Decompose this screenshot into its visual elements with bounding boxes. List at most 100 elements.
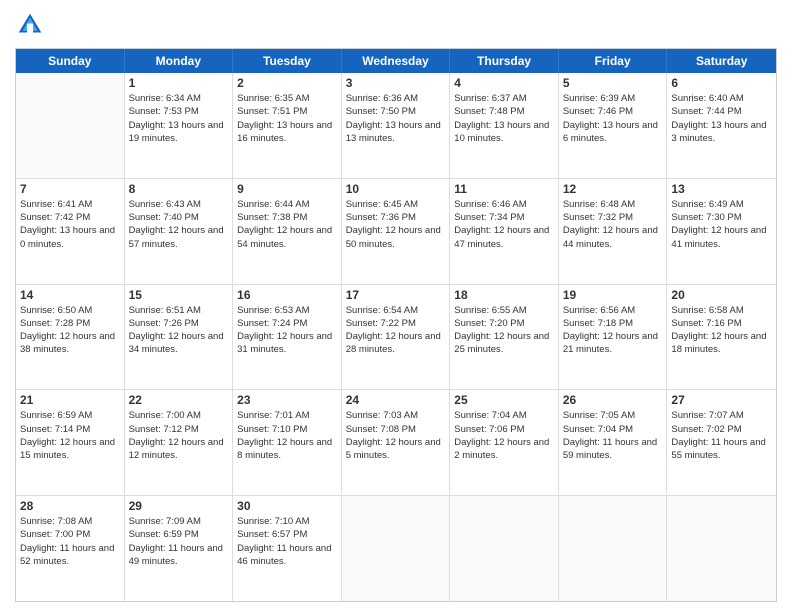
calendar-cell: 28 Sunrise: 7:08 AMSunset: 7:00 PMDayligh… bbox=[16, 496, 125, 601]
day-info: Sunrise: 7:05 AMSunset: 7:04 PMDaylight:… bbox=[563, 409, 663, 462]
day-info: Sunrise: 6:53 AMSunset: 7:24 PMDaylight:… bbox=[237, 304, 337, 357]
day-info: Sunrise: 6:44 AMSunset: 7:38 PMDaylight:… bbox=[237, 198, 337, 251]
day-number: 16 bbox=[237, 288, 337, 302]
day-number: 25 bbox=[454, 393, 554, 407]
day-number: 15 bbox=[129, 288, 229, 302]
calendar-cell: 25 Sunrise: 7:04 AMSunset: 7:06 PMDayligh… bbox=[450, 390, 559, 495]
day-info: Sunrise: 6:55 AMSunset: 7:20 PMDaylight:… bbox=[454, 304, 554, 357]
calendar-cell: 7 Sunrise: 6:41 AMSunset: 7:42 PMDaylight… bbox=[16, 179, 125, 284]
day-info: Sunrise: 6:39 AMSunset: 7:46 PMDaylight:… bbox=[563, 92, 663, 145]
day-info: Sunrise: 6:37 AMSunset: 7:48 PMDaylight:… bbox=[454, 92, 554, 145]
calendar-cell: 8 Sunrise: 6:43 AMSunset: 7:40 PMDaylight… bbox=[125, 179, 234, 284]
day-number: 17 bbox=[346, 288, 446, 302]
day-number: 29 bbox=[129, 499, 229, 513]
calendar-cell: 16 Sunrise: 6:53 AMSunset: 7:24 PMDayligh… bbox=[233, 285, 342, 390]
day-info: Sunrise: 6:41 AMSunset: 7:42 PMDaylight:… bbox=[20, 198, 120, 251]
calendar-cell: 2 Sunrise: 6:35 AMSunset: 7:51 PMDaylight… bbox=[233, 73, 342, 178]
calendar-cell: 13 Sunrise: 6:49 AMSunset: 7:30 PMDayligh… bbox=[667, 179, 776, 284]
calendar-cell: 18 Sunrise: 6:55 AMSunset: 7:20 PMDayligh… bbox=[450, 285, 559, 390]
day-number: 14 bbox=[20, 288, 120, 302]
day-number: 5 bbox=[563, 76, 663, 90]
calendar-body: 1 Sunrise: 6:34 AMSunset: 7:53 PMDaylight… bbox=[16, 73, 776, 601]
calendar-cell: 24Sunrise: 7:03 AMSunset: 7:08 PMDayligh… bbox=[342, 390, 451, 495]
header-day: Sunday bbox=[16, 49, 125, 73]
day-info: Sunrise: 6:56 AMSunset: 7:18 PMDaylight:… bbox=[563, 304, 663, 357]
logo bbox=[15, 10, 49, 40]
day-number: 10 bbox=[346, 182, 446, 196]
day-info: Sunrise: 6:36 AMSunset: 7:50 PMDaylight:… bbox=[346, 92, 446, 145]
calendar-cell: 12 Sunrise: 6:48 AMSunset: 7:32 PMDayligh… bbox=[559, 179, 668, 284]
day-info: Sunrise: 6:48 AMSunset: 7:32 PMDaylight:… bbox=[563, 198, 663, 251]
header-day: Thursday bbox=[450, 49, 559, 73]
day-info: Sunrise: 6:43 AMSunset: 7:40 PMDaylight:… bbox=[129, 198, 229, 251]
logo-icon bbox=[15, 10, 45, 40]
header-day: Monday bbox=[125, 49, 234, 73]
calendar-cell: 14 Sunrise: 6:50 AMSunset: 7:28 PMDayligh… bbox=[16, 285, 125, 390]
day-number: 8 bbox=[129, 182, 229, 196]
day-number: 12 bbox=[563, 182, 663, 196]
day-info: Sunrise: 7:07 AMSunset: 7:02 PMDaylight:… bbox=[671, 409, 772, 462]
calendar-cell bbox=[667, 496, 776, 601]
calendar-cell bbox=[450, 496, 559, 601]
calendar-cell: 19 Sunrise: 6:56 AMSunset: 7:18 PMDayligh… bbox=[559, 285, 668, 390]
day-number: 3 bbox=[346, 76, 446, 90]
calendar-cell: 15 Sunrise: 6:51 AMSunset: 7:26 PMDayligh… bbox=[125, 285, 234, 390]
calendar-cell: 29 Sunrise: 7:09 AMSunset: 6:59 PMDayligh… bbox=[125, 496, 234, 601]
day-info: Sunrise: 6:54 AMSunset: 7:22 PMDaylight:… bbox=[346, 304, 446, 357]
day-number: 19 bbox=[563, 288, 663, 302]
page: SundayMondayTuesdayWednesdayThursdayFrid… bbox=[0, 0, 792, 612]
calendar-cell: 20Sunrise: 6:58 AMSunset: 7:16 PMDayligh… bbox=[667, 285, 776, 390]
day-number: 9 bbox=[237, 182, 337, 196]
day-info: Sunrise: 6:46 AMSunset: 7:34 PMDaylight:… bbox=[454, 198, 554, 251]
day-number: 23 bbox=[237, 393, 337, 407]
day-number: 27 bbox=[671, 393, 772, 407]
day-info: Sunrise: 7:08 AMSunset: 7:00 PMDaylight:… bbox=[20, 515, 120, 568]
day-info: Sunrise: 7:09 AMSunset: 6:59 PMDaylight:… bbox=[129, 515, 229, 568]
day-info: Sunrise: 7:03 AMSunset: 7:08 PMDaylight:… bbox=[346, 409, 446, 462]
day-info: Sunrise: 6:59 AMSunset: 7:14 PMDaylight:… bbox=[20, 409, 120, 462]
calendar-cell: 23 Sunrise: 7:01 AMSunset: 7:10 PMDayligh… bbox=[233, 390, 342, 495]
calendar-cell: 6Sunrise: 6:40 AMSunset: 7:44 PMDaylight… bbox=[667, 73, 776, 178]
day-number: 2 bbox=[237, 76, 337, 90]
header-day: Tuesday bbox=[233, 49, 342, 73]
calendar-cell: 5 Sunrise: 6:39 AMSunset: 7:46 PMDaylight… bbox=[559, 73, 668, 178]
day-info: Sunrise: 6:40 AMSunset: 7:44 PMDaylight:… bbox=[671, 92, 772, 145]
day-info: Sunrise: 7:10 AMSunset: 6:57 PMDaylight:… bbox=[237, 515, 337, 568]
calendar-cell bbox=[342, 496, 451, 601]
calendar-week: 7 Sunrise: 6:41 AMSunset: 7:42 PMDaylight… bbox=[16, 179, 776, 285]
day-info: Sunrise: 6:49 AMSunset: 7:30 PMDaylight:… bbox=[671, 198, 772, 251]
header bbox=[15, 10, 777, 40]
calendar-week: 14 Sunrise: 6:50 AMSunset: 7:28 PMDayligh… bbox=[16, 285, 776, 391]
calendar-week: 1 Sunrise: 6:34 AMSunset: 7:53 PMDaylight… bbox=[16, 73, 776, 179]
calendar-week: 28 Sunrise: 7:08 AMSunset: 7:00 PMDayligh… bbox=[16, 496, 776, 601]
day-info: Sunrise: 7:00 AMSunset: 7:12 PMDaylight:… bbox=[129, 409, 229, 462]
day-info: Sunrise: 7:04 AMSunset: 7:06 PMDaylight:… bbox=[454, 409, 554, 462]
day-number: 4 bbox=[454, 76, 554, 90]
day-number: 21 bbox=[20, 393, 120, 407]
day-number: 26 bbox=[563, 393, 663, 407]
day-info: Sunrise: 6:35 AMSunset: 7:51 PMDaylight:… bbox=[237, 92, 337, 145]
day-info: Sunrise: 6:45 AMSunset: 7:36 PMDaylight:… bbox=[346, 198, 446, 251]
header-day: Friday bbox=[559, 49, 668, 73]
day-number: 13 bbox=[671, 182, 772, 196]
day-number: 1 bbox=[129, 76, 229, 90]
calendar-cell: 3 Sunrise: 6:36 AMSunset: 7:50 PMDaylight… bbox=[342, 73, 451, 178]
day-info: Sunrise: 7:01 AMSunset: 7:10 PMDaylight:… bbox=[237, 409, 337, 462]
calendar-week: 21 Sunrise: 6:59 AMSunset: 7:14 PMDayligh… bbox=[16, 390, 776, 496]
day-info: Sunrise: 6:58 AMSunset: 7:16 PMDaylight:… bbox=[671, 304, 772, 357]
day-number: 28 bbox=[20, 499, 120, 513]
calendar: SundayMondayTuesdayWednesdayThursdayFrid… bbox=[15, 48, 777, 602]
day-number: 18 bbox=[454, 288, 554, 302]
calendar-cell: 4 Sunrise: 6:37 AMSunset: 7:48 PMDaylight… bbox=[450, 73, 559, 178]
day-info: Sunrise: 6:51 AMSunset: 7:26 PMDaylight:… bbox=[129, 304, 229, 357]
calendar-cell bbox=[559, 496, 668, 601]
calendar-cell bbox=[16, 73, 125, 178]
calendar-cell: 30 Sunrise: 7:10 AMSunset: 6:57 PMDayligh… bbox=[233, 496, 342, 601]
day-info: Sunrise: 6:34 AMSunset: 7:53 PMDaylight:… bbox=[129, 92, 229, 145]
day-number: 7 bbox=[20, 182, 120, 196]
calendar-cell: 9 Sunrise: 6:44 AMSunset: 7:38 PMDaylight… bbox=[233, 179, 342, 284]
day-info: Sunrise: 6:50 AMSunset: 7:28 PMDaylight:… bbox=[20, 304, 120, 357]
calendar-cell: 10 Sunrise: 6:45 AMSunset: 7:36 PMDayligh… bbox=[342, 179, 451, 284]
header-day: Saturday bbox=[667, 49, 776, 73]
day-number: 30 bbox=[237, 499, 337, 513]
